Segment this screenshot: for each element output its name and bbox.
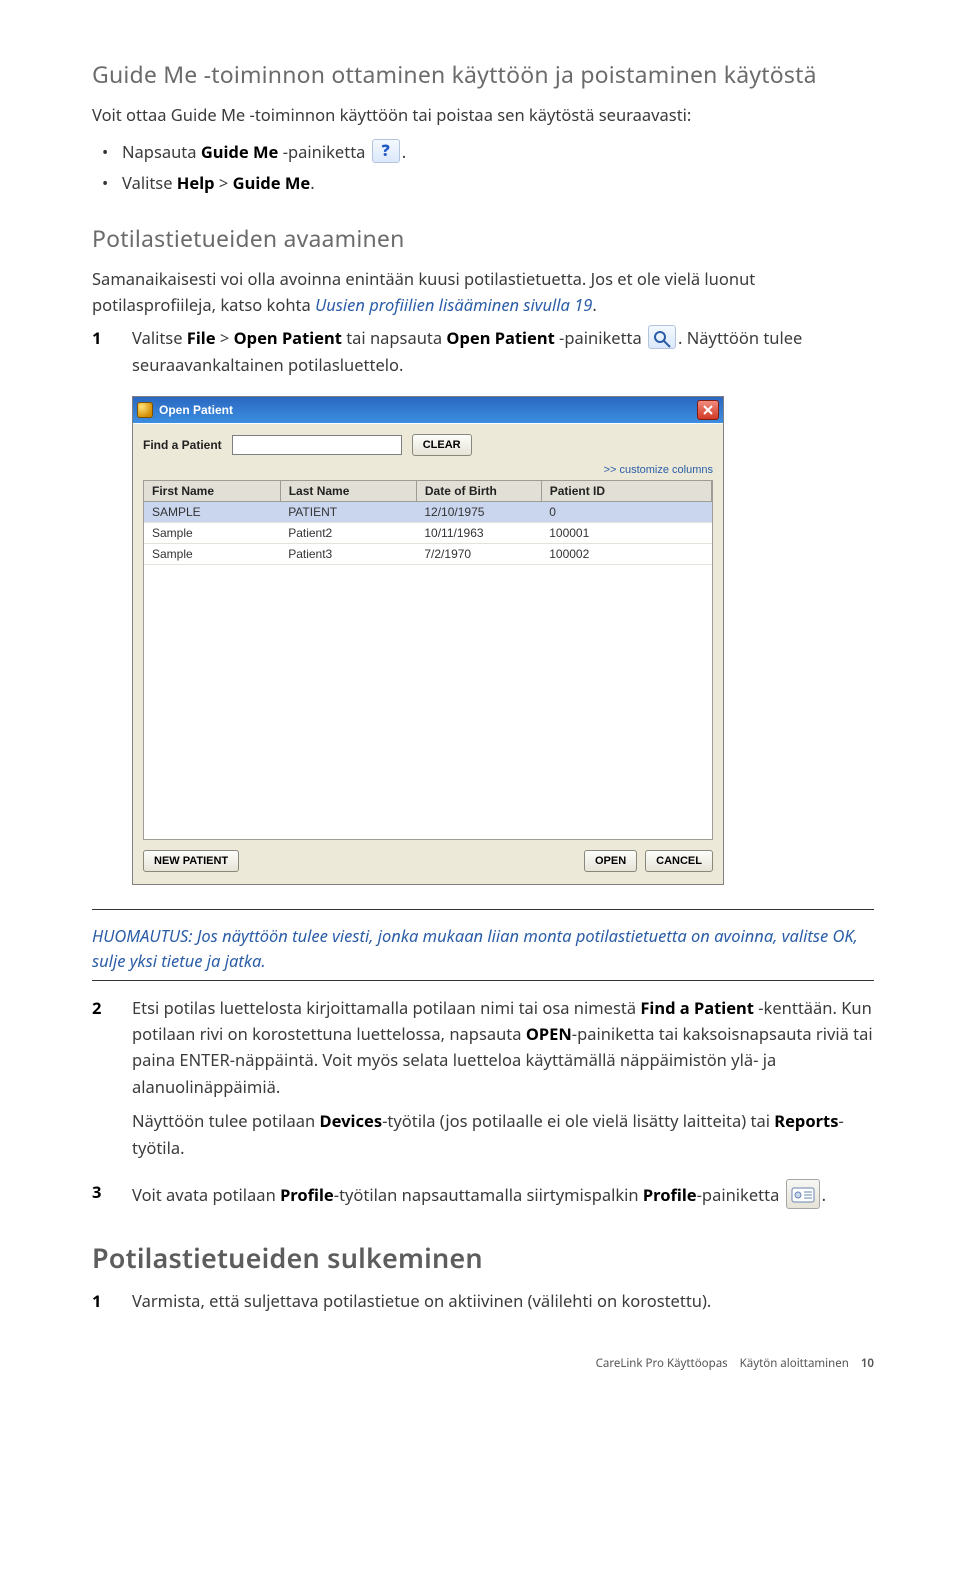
dialog-title: Open Patient <box>159 403 233 417</box>
profile-icon <box>786 1179 820 1209</box>
customize-columns-link[interactable]: >> customize columns <box>604 464 713 476</box>
col-patient-id[interactable]: Patient ID <box>541 481 711 502</box>
col-dob[interactable]: Date of Birth <box>416 481 541 502</box>
heading-open-records: Potilastietueiden avaaminen <box>92 222 874 254</box>
step-1: 1 Valitse File > Open Patient tai napsau… <box>92 325 874 386</box>
grid-header-row: First Name Last Name Date of Birth Patie… <box>144 481 712 502</box>
open-intro: Samanaikaisesti voi olla avoinna enintää… <box>92 266 874 317</box>
heading-guide-me: Guide Me -toiminnon ottaminen käyttöön j… <box>92 58 874 90</box>
step-2: 2 Etsi potilas luettelosta kirjoittamall… <box>92 995 874 1169</box>
table-row[interactable]: SamplePatient210/11/1963100001 <box>144 523 712 544</box>
note-too-many: HUOMAUTUS: Jos näyttöön tulee viesti, jo… <box>92 924 874 974</box>
step-list-open: 1 Valitse File > Open Patient tai napsau… <box>92 325 874 386</box>
col-last-name[interactable]: Last Name <box>280 481 416 502</box>
step-list-open-cont: 2 Etsi potilas luettelosta kirjoittamall… <box>92 995 874 1217</box>
open-button[interactable]: OPEN <box>584 850 637 872</box>
magnify-icon <box>648 325 676 349</box>
step-3: 3 Voit avata potilaan Profile-työtilan n… <box>92 1179 874 1217</box>
heading-close-records: Potilastietueiden sulkeminen <box>92 1239 874 1276</box>
find-input[interactable] <box>232 435 402 455</box>
clear-button[interactable]: CLEAR <box>412 434 472 456</box>
close-step-1: 1 Varmista, että suljettava potilastietu… <box>92 1288 874 1322</box>
bullet-list: Napsauta Guide Me -painiketta . Valitse … <box>92 136 874 199</box>
find-label: Find a Patient <box>143 438 222 452</box>
table-row[interactable]: SamplePatient37/2/1970100002 <box>144 544 712 565</box>
close-icon[interactable] <box>697 400 719 420</box>
table-row[interactable]: SAMPLEPATIENT12/10/19750 <box>144 502 712 523</box>
cancel-button[interactable]: CANCEL <box>645 850 713 872</box>
col-first-name[interactable]: First Name <box>144 481 280 502</box>
bullet-1: Napsauta Guide Me -painiketta . <box>92 136 874 167</box>
patient-grid[interactable]: First Name Last Name Date of Birth Patie… <box>143 480 713 840</box>
bullet-2: Valitse Help > Guide Me. <box>92 167 874 198</box>
titlebar: Open Patient <box>133 397 723 423</box>
help-icon <box>372 139 400 163</box>
rule <box>92 980 874 981</box>
page-footer: CareLink Pro KäyttöopasKäytön aloittamin… <box>92 1356 874 1371</box>
intro-text: Voit ottaa Guide Me -toiminnon käyttöön … <box>92 102 874 128</box>
rule <box>92 909 874 910</box>
step-list-close: 1 Varmista, että suljettava potilastietu… <box>92 1288 874 1322</box>
app-icon <box>137 402 153 418</box>
new-patient-button[interactable]: NEW PATIENT <box>143 850 239 872</box>
open-patient-dialog: Open Patient Find a Patient CLEAR >> cus… <box>132 396 724 885</box>
